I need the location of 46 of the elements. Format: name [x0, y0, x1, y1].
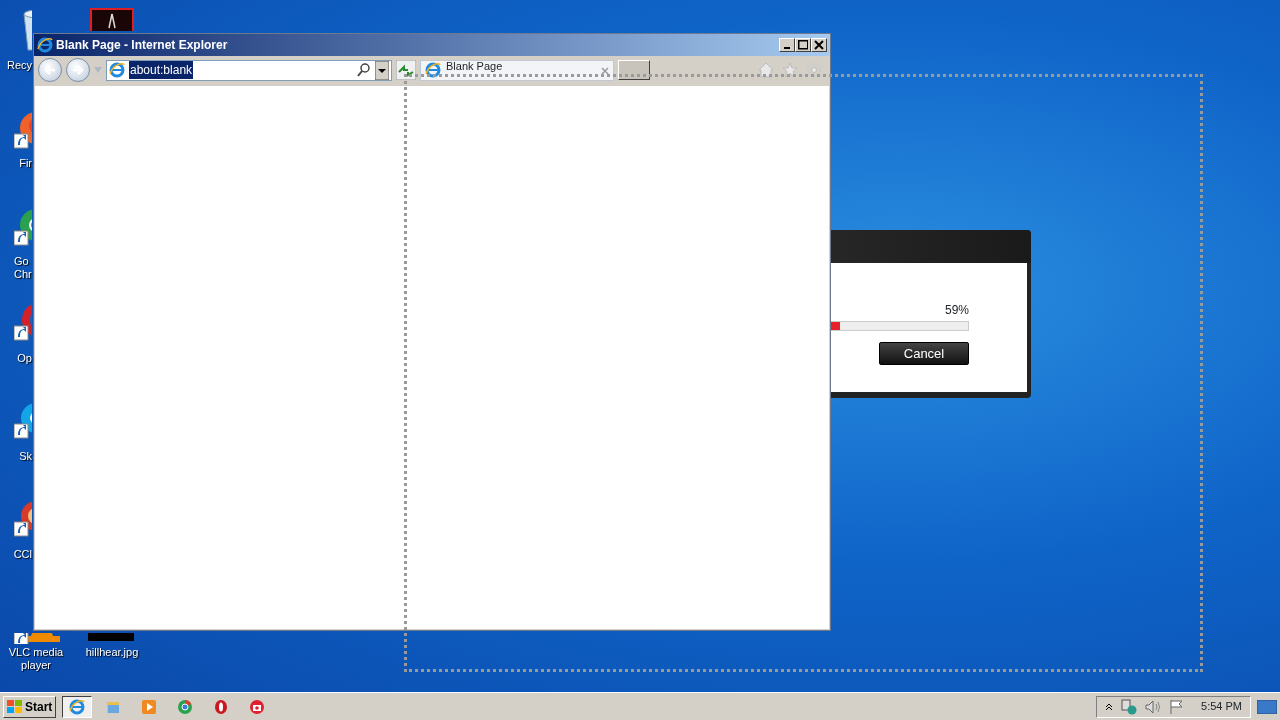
icon-label[interactable]: Recy — [6, 59, 32, 72]
search-icon[interactable] — [357, 63, 371, 77]
minimize-button[interactable] — [779, 38, 795, 52]
icon-label[interactable]: Fir — [19, 157, 32, 170]
document-icon[interactable] — [90, 8, 134, 31]
progress-percent: 59% — [944, 302, 969, 319]
close-icon[interactable] — [601, 66, 609, 75]
close-button[interactable] — [811, 38, 827, 52]
tab-label: Blank Page — [446, 58, 503, 74]
internet-explorer-icon — [109, 62, 126, 78]
forward-arrow-icon — [71, 64, 85, 76]
icon-label[interactable]: Op — [17, 352, 32, 365]
close-icon — [814, 40, 824, 50]
speaker-icon[interactable] — [1145, 699, 1162, 714]
address-text: about:blank — [129, 61, 194, 79]
minimize-icon — [784, 47, 790, 49]
window-title: Blank Page - Internet Explorer — [56, 37, 228, 54]
icon-label[interactable]: Go Chr — [14, 255, 32, 281]
forward-button[interactable] — [66, 58, 90, 82]
maximize-button[interactable] — [795, 38, 811, 52]
network-icon[interactable] — [1121, 698, 1138, 715]
dropdown-button[interactable] — [375, 60, 389, 80]
icon-label[interactable]: Sk — [19, 450, 32, 463]
internet-explorer-icon — [37, 37, 54, 53]
icon-label[interactable]: CCl — [13, 548, 32, 561]
back-button[interactable] — [38, 58, 62, 82]
start-button[interactable]: Start — [3, 695, 57, 718]
windows-logo-icon — [7, 699, 23, 714]
chevron-up-icon[interactable] — [1105, 702, 1114, 711]
internet-explorer-icon — [69, 698, 86, 715]
image-thumbnail-icon[interactable] — [88, 633, 134, 641]
back-arrow-icon — [43, 64, 57, 76]
icon-label[interactable]: hillhear.jpg — [78, 646, 146, 659]
icon-label[interactable]: VLC media player — [4, 646, 68, 672]
cancel-button[interactable]: Cancel — [879, 342, 969, 365]
camera-icon — [249, 698, 266, 715]
clock[interactable]: 5:54 PM — [1201, 698, 1242, 715]
new-tab-button[interactable] — [618, 60, 650, 80]
compatibility-view-icon[interactable] — [396, 60, 416, 80]
media-player-icon — [141, 698, 158, 715]
browser-tab[interactable]: Blank Page — [420, 59, 614, 81]
taskbar-app-button[interactable] — [62, 695, 93, 718]
address-bar[interactable]: about:blank — [106, 59, 392, 81]
show-desktop-button[interactable] — [1257, 699, 1277, 714]
maximize-icon — [797, 40, 809, 50]
internet-explorer-icon — [425, 62, 442, 78]
